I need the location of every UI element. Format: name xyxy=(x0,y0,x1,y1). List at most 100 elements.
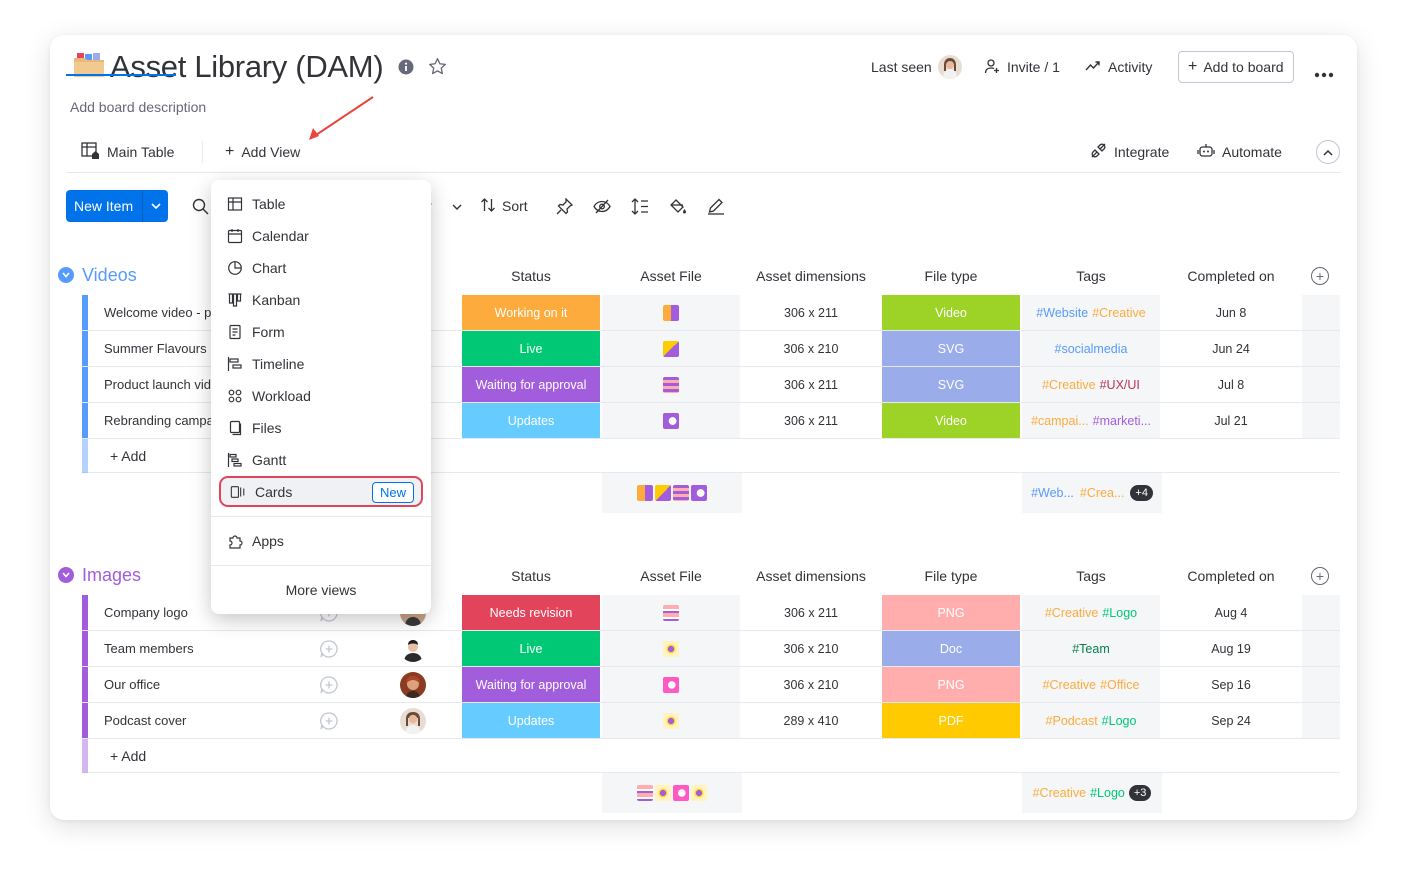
status-cell[interactable]: Needs revision xyxy=(462,595,600,630)
asset-dimensions-cell[interactable]: 306 x 210 xyxy=(742,667,880,702)
menu-item-form[interactable]: Form xyxy=(211,317,431,347)
tag[interactable]: #Creative xyxy=(1092,306,1146,320)
asset-dimensions-cell[interactable]: 289 x 410 xyxy=(742,703,880,738)
column-header-asset-dimensions[interactable]: Asset dimensions xyxy=(742,258,880,294)
menu-item-calendar[interactable]: Calendar xyxy=(211,221,431,251)
column-header-asset-dimensions[interactable]: Asset dimensions xyxy=(742,558,880,594)
item-name[interactable]: Company logo xyxy=(104,595,188,630)
tag[interactable]: #Creative xyxy=(1043,678,1097,692)
asset-file-cell[interactable] xyxy=(602,703,740,738)
column-header-completed-on[interactable]: Completed on xyxy=(1162,558,1300,594)
menu-item-gantt[interactable]: Gantt xyxy=(211,445,431,475)
completed-on-cell[interactable]: Aug 19 xyxy=(1162,631,1300,666)
tag[interactable]: #Website xyxy=(1036,306,1088,320)
menu-item-table[interactable]: Table xyxy=(211,189,431,219)
more-tags-badge[interactable]: +4 xyxy=(1130,485,1153,501)
more-tags-badge[interactable]: +3 xyxy=(1128,785,1152,801)
chevron-down-icon[interactable] xyxy=(58,267,74,283)
column-header-status[interactable]: Status xyxy=(462,258,600,294)
file-type-cell[interactable]: Video xyxy=(882,403,1020,438)
completed-on-cell[interactable]: Sep 24 xyxy=(1162,703,1300,738)
status-cell[interactable]: Live xyxy=(462,631,600,666)
last-seen[interactable]: Last seen xyxy=(871,51,962,83)
menu-item-apps[interactable]: Apps xyxy=(211,526,431,556)
tag[interactable]: #marketi... xyxy=(1093,414,1151,428)
completed-on-cell[interactable]: Jun 8 xyxy=(1162,295,1300,330)
asset-dimensions-cell[interactable]: 306 x 211 xyxy=(742,367,880,402)
table-row[interactable]: Our office Waiting for approval 306 x 21… xyxy=(82,667,1340,703)
tag[interactable]: #socialmedia xyxy=(1055,342,1128,356)
asset-dimensions-cell[interactable]: 306 x 211 xyxy=(742,295,880,330)
board-description[interactable]: Add board description xyxy=(70,99,206,115)
item-name[interactable]: Product launch vid xyxy=(104,367,211,402)
asset-file-cell[interactable] xyxy=(602,631,740,666)
completed-on-cell[interactable]: Jul 21 xyxy=(1162,403,1300,438)
completed-on-cell[interactable]: Sep 16 xyxy=(1162,667,1300,702)
asset-file-cell[interactable] xyxy=(602,595,740,630)
collapse-header-button[interactable] xyxy=(1316,140,1340,164)
asset-dimensions-cell[interactable]: 306 x 210 xyxy=(742,331,880,366)
status-cell[interactable]: Live xyxy=(462,331,600,366)
person-cell[interactable] xyxy=(365,631,461,666)
file-type-cell[interactable]: SVG xyxy=(882,331,1020,366)
tags-cell[interactable]: #campai... #marketi... xyxy=(1022,403,1160,438)
invite-button[interactable]: Invite / 1 xyxy=(984,51,1060,83)
add-update-icon[interactable] xyxy=(314,703,344,738)
menu-item-kanban[interactable]: Kanban xyxy=(211,285,431,315)
page-title[interactable]: Asset Library (DAM) xyxy=(110,49,384,85)
item-name[interactable]: Rebranding campa xyxy=(104,403,214,438)
item-name[interactable]: Our office xyxy=(104,667,160,702)
filter-button[interactable]: r xyxy=(427,190,462,222)
tag[interactable]: #UX/UI xyxy=(1100,378,1140,392)
completed-on-cell[interactable]: Jun 24 xyxy=(1162,331,1300,366)
tags-cell[interactable]: #Team xyxy=(1022,631,1160,666)
tag[interactable]: #Team xyxy=(1072,642,1110,656)
file-thumb-icon[interactable] xyxy=(663,412,679,429)
column-header-completed-on[interactable]: Completed on xyxy=(1162,258,1300,294)
asset-dimensions-cell[interactable]: 306 x 211 xyxy=(742,595,880,630)
add-item-row[interactable]: + Add xyxy=(82,739,1340,773)
more-icon[interactable] xyxy=(1314,65,1334,83)
file-thumb-icon[interactable] xyxy=(663,712,679,729)
chevron-down-icon[interactable] xyxy=(58,567,74,583)
add-update-icon[interactable] xyxy=(314,631,344,666)
asset-file-cell[interactable] xyxy=(602,331,740,366)
add-column-button[interactable]: + xyxy=(1311,567,1329,585)
more-views-button[interactable]: More views xyxy=(211,575,431,605)
group-title[interactable]: Images xyxy=(82,565,141,586)
integrate-button[interactable]: Integrate xyxy=(1090,131,1169,173)
column-header-asset-file[interactable]: Asset File xyxy=(602,258,740,294)
completed-on-cell[interactable]: Jul 8 xyxy=(1162,367,1300,402)
file-thumb-icon[interactable] xyxy=(663,676,679,693)
add-to-board-button[interactable]: + Add to board xyxy=(1178,51,1294,83)
file-thumb-icon[interactable] xyxy=(663,640,679,657)
item-name[interactable]: Team members xyxy=(104,631,194,666)
tag[interactable]: #Creative xyxy=(1045,606,1099,620)
file-type-cell[interactable]: PDF xyxy=(882,703,1020,738)
file-type-cell[interactable]: Video xyxy=(882,295,1020,330)
column-header-tags[interactable]: Tags xyxy=(1022,558,1160,594)
status-cell[interactable]: Waiting for approval xyxy=(462,367,600,402)
file-type-cell[interactable]: PNG xyxy=(882,595,1020,630)
completed-on-cell[interactable]: Aug 4 xyxy=(1162,595,1300,630)
tags-cell[interactable]: #Podcast #Logo xyxy=(1022,703,1160,738)
row-height-icon[interactable] xyxy=(631,190,649,222)
asset-dimensions-cell[interactable]: 306 x 211 xyxy=(742,403,880,438)
group-header-videos[interactable]: Videos xyxy=(58,264,137,286)
edit-icon[interactable] xyxy=(707,190,725,222)
column-header-file-type[interactable]: File type xyxy=(882,258,1020,294)
menu-item-files[interactable]: Files xyxy=(211,413,431,443)
status-cell[interactable]: Waiting for approval xyxy=(462,667,600,702)
hide-icon[interactable] xyxy=(593,190,611,222)
color-icon[interactable] xyxy=(669,190,687,222)
add-column-button[interactable]: + xyxy=(1311,267,1329,285)
status-cell[interactable]: Updates xyxy=(462,703,600,738)
automate-button[interactable]: Automate xyxy=(1197,131,1282,173)
add-update-icon[interactable] xyxy=(314,667,344,702)
item-name[interactable]: Welcome video - p xyxy=(104,295,211,330)
file-type-cell[interactable]: Doc xyxy=(882,631,1020,666)
item-name[interactable]: Podcast cover xyxy=(104,703,186,738)
group-header-images[interactable]: Images xyxy=(58,564,141,586)
pin-icon[interactable] xyxy=(556,190,573,222)
menu-item-timeline[interactable]: Timeline xyxy=(211,349,431,379)
